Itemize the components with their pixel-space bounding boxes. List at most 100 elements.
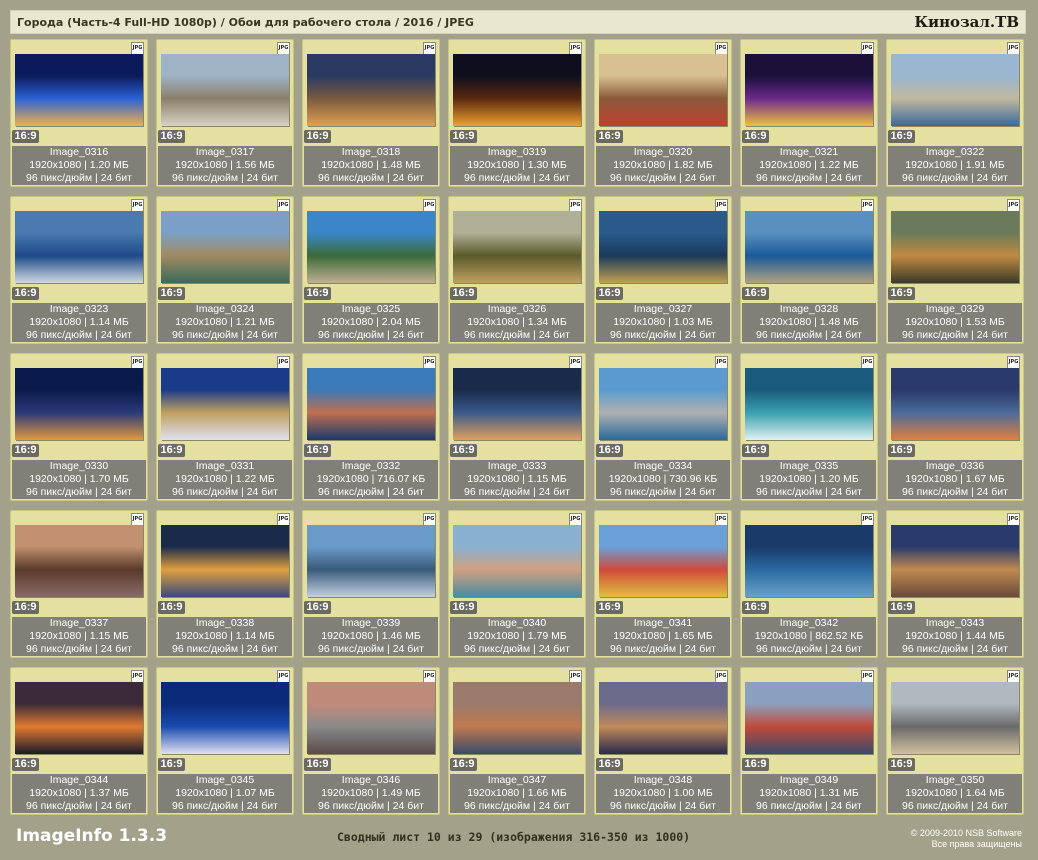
thumbnail-image[interactable] (453, 368, 581, 440)
thumbnail-tile[interactable]: JPG 16:9 Image_0337 1920x1080 | 1.15 МБ 96 п… (10, 510, 148, 658)
thumbnail-tile[interactable]: JPG 16:9 Image_0320 1920x1080 | 1.82 МБ 96 п… (594, 39, 732, 187)
thumbnail-image[interactable] (745, 525, 873, 597)
image-name: Image_0322 (925, 146, 985, 158)
thumbnail-tile[interactable]: JPG 16:9 Image_0348 1920x1080 | 1.00 МБ 96 п… (594, 667, 732, 815)
thumbnail-image[interactable] (891, 682, 1019, 754)
image-info-panel: Image_0319 1920x1080 | 1.30 МБ 96 пикс/дюй… (450, 146, 584, 185)
thumbnail-image[interactable] (161, 525, 289, 597)
image-size: 1920x1080 | 1.22 МБ (175, 473, 275, 485)
thumbnail-tile[interactable]: JPG 16:9 Image_0344 1920x1080 | 1.37 МБ 96 п… (10, 667, 148, 815)
image-meta: 96 пикс/дюйм | 24 бит (756, 329, 862, 341)
thumbnail-image[interactable] (15, 368, 143, 440)
thumbnail-image[interactable] (891, 368, 1019, 440)
image-size: 1920x1080 | 1.15 МБ (29, 630, 129, 642)
thumbnail-image[interactable] (891, 211, 1019, 283)
thumbnail-tile[interactable]: JPG 16:9 Image_0325 1920x1080 | 2.04 МБ 96 п… (302, 196, 440, 344)
thumbnail-tile[interactable]: JPG 16:9 Image_0324 1920x1080 | 1.21 МБ 96 п… (156, 196, 294, 344)
thumbnail-image[interactable] (891, 54, 1019, 126)
thumbnail-tile[interactable]: JPG 16:9 Image_0339 1920x1080 | 1.46 МБ 96 п… (302, 510, 440, 658)
aspect-ratio-badge: 16:9 (742, 287, 769, 300)
thumbnail-image[interactable] (15, 682, 143, 754)
thumbnail-tile[interactable]: JPG 16:9 Image_0350 1920x1080 | 1.64 МБ 96 п… (886, 667, 1024, 815)
thumbnail-tile[interactable]: JPG 16:9 Image_0323 1920x1080 | 1.14 МБ 96 п… (10, 196, 148, 344)
thumbnail-image[interactable] (599, 54, 727, 126)
thumbnail-tile[interactable]: JPG 16:9 Image_0346 1920x1080 | 1.49 МБ 96 п… (302, 667, 440, 815)
image-name: Image_0346 (341, 774, 401, 786)
image-name: Image_0334 (633, 460, 693, 472)
image-name: Image_0339 (341, 617, 401, 629)
aspect-ratio-badge: 16:9 (304, 758, 331, 771)
thumbnail-tile[interactable]: JPG 16:9 Image_0317 1920x1080 | 1.56 МБ 96 п… (156, 39, 294, 187)
image-name: Image_0338 (195, 617, 255, 629)
image-name: Image_0324 (195, 303, 255, 315)
image-info-panel: Image_0324 1920x1080 | 1.21 МБ 96 пикс/дюй… (158, 303, 292, 342)
image-info-panel: Image_0339 1920x1080 | 1.46 МБ 96 пикс/дюй… (304, 617, 438, 656)
thumbnail-image[interactable] (15, 54, 143, 126)
thumbnail-image[interactable] (453, 682, 581, 754)
thumbnail-tile[interactable]: JPG 16:9 Image_0328 1920x1080 | 1.48 МБ 96 п… (740, 196, 878, 344)
thumbnail-image[interactable] (599, 368, 727, 440)
brand-logo: Кинозал.ТВ (914, 13, 1019, 31)
thumbnail-tile[interactable]: JPG 16:9 Image_0333 1920x1080 | 1.15 МБ 96 п… (448, 353, 586, 501)
thumbnail-image[interactable] (15, 525, 143, 597)
thumbnail-image[interactable] (161, 54, 289, 126)
thumbnail-tile[interactable]: JPG 16:9 Image_0345 1920x1080 | 1.07 МБ 96 п… (156, 667, 294, 815)
thumbnail-tile[interactable]: JPG 16:9 Image_0319 1920x1080 | 1.30 МБ 96 п… (448, 39, 586, 187)
thumbnail-tile[interactable]: JPG 16:9 Image_0322 1920x1080 | 1.91 МБ 96 п… (886, 39, 1024, 187)
thumbnail-image[interactable] (161, 368, 289, 440)
image-size: 1920x1080 | 716.07 КБ (316, 473, 426, 485)
thumbnail-image[interactable] (745, 211, 873, 283)
aspect-ratio-badge: 16:9 (596, 601, 623, 614)
image-info-panel: Image_0345 1920x1080 | 1.07 МБ 96 пикс/дюй… (158, 774, 292, 813)
image-info-panel: Image_0326 1920x1080 | 1.34 МБ 96 пикс/дюй… (450, 303, 584, 342)
image-meta: 96 пикс/дюйм | 24 бит (464, 486, 570, 498)
thumbnail-image[interactable] (599, 211, 727, 283)
image-meta: 96 пикс/дюйм | 24 бит (172, 643, 278, 655)
aspect-ratio-badge: 16:9 (596, 287, 623, 300)
image-info-panel: Image_0335 1920x1080 | 1.20 МБ 96 пикс/дюй… (742, 460, 876, 499)
image-info-panel: Image_0328 1920x1080 | 1.48 МБ 96 пикс/дюй… (742, 303, 876, 342)
thumbnail-image[interactable] (745, 54, 873, 126)
aspect-ratio-badge: 16:9 (742, 444, 769, 457)
thumbnail-tile[interactable]: JPG 16:9 Image_0335 1920x1080 | 1.20 МБ 96 п… (740, 353, 878, 501)
thumbnail-image[interactable] (307, 211, 435, 283)
thumbnail-tile[interactable]: JPG 16:9 Image_0341 1920x1080 | 1.65 МБ 96 п… (594, 510, 732, 658)
thumbnail-tile[interactable]: JPG 16:9 Image_0321 1920x1080 | 1.22 МБ 96 п… (740, 39, 878, 187)
aspect-ratio-badge: 16:9 (450, 444, 477, 457)
thumbnail-tile[interactable]: JPG 16:9 Image_0338 1920x1080 | 1.14 МБ 96 п… (156, 510, 294, 658)
thumbnail-tile[interactable]: JPG 16:9 Image_0342 1920x1080 | 862.52 КБ 96… (740, 510, 878, 658)
thumbnail-image[interactable] (453, 525, 581, 597)
thumbnail-image[interactable] (161, 682, 289, 754)
thumbnail-tile[interactable]: JPG 16:9 Image_0327 1920x1080 | 1.03 МБ 96 п… (594, 196, 732, 344)
thumbnail-tile[interactable]: JPG 16:9 Image_0343 1920x1080 | 1.44 МБ 96 п… (886, 510, 1024, 658)
thumbnail-image[interactable] (453, 54, 581, 126)
thumbnail-tile[interactable]: JPG 16:9 Image_0334 1920x1080 | 730.96 КБ 96… (594, 353, 732, 501)
thumbnail-tile[interactable]: JPG 16:9 Image_0329 1920x1080 | 1.53 МБ 96 п… (886, 196, 1024, 344)
thumbnail-image[interactable] (307, 525, 435, 597)
thumbnail-tile[interactable]: JPG 16:9 Image_0326 1920x1080 | 1.34 МБ 96 п… (448, 196, 586, 344)
thumbnail-tile[interactable]: JPG 16:9 Image_0340 1920x1080 | 1.79 МБ 96 п… (448, 510, 586, 658)
thumbnail-tile[interactable]: JPG 16:9 Image_0316 1920x1080 | 1.20 МБ 96 п… (10, 39, 148, 187)
aspect-ratio-badge: 16:9 (450, 287, 477, 300)
thumbnail-image[interactable] (161, 211, 289, 283)
thumbnail-tile[interactable]: JPG 16:9 Image_0331 1920x1080 | 1.22 МБ 96 п… (156, 353, 294, 501)
thumbnail-tile[interactable]: JPG 16:9 Image_0349 1920x1080 | 1.31 МБ 96 п… (740, 667, 878, 815)
thumbnail-image[interactable] (891, 525, 1019, 597)
image-meta: 96 пикс/дюйм | 24 бит (318, 486, 424, 498)
thumbnail-image[interactable] (453, 211, 581, 283)
thumbnail-tile[interactable]: JPG 16:9 Image_0332 1920x1080 | 716.07 КБ 96… (302, 353, 440, 501)
image-size: 1920x1080 | 1.56 МБ (175, 159, 275, 171)
thumbnail-image[interactable] (745, 368, 873, 440)
thumbnail-tile[interactable]: JPG 16:9 Image_0330 1920x1080 | 1.70 МБ 96 п… (10, 353, 148, 501)
thumbnail-tile[interactable]: JPG 16:9 Image_0336 1920x1080 | 1.67 МБ 96 п… (886, 353, 1024, 501)
thumbnail-image[interactable] (307, 54, 435, 126)
thumbnail-image[interactable] (307, 682, 435, 754)
thumbnail-tile[interactable]: JPG 16:9 Image_0347 1920x1080 | 1.66 МБ 96 п… (448, 667, 586, 815)
image-name: Image_0319 (487, 146, 547, 158)
thumbnail-image[interactable] (307, 368, 435, 440)
thumbnail-tile[interactable]: JPG 16:9 Image_0318 1920x1080 | 1.48 МБ 96 п… (302, 39, 440, 187)
thumbnail-image[interactable] (15, 211, 143, 283)
thumbnail-image[interactable] (745, 682, 873, 754)
thumbnail-image[interactable] (599, 682, 727, 754)
thumbnail-image[interactable] (599, 525, 727, 597)
